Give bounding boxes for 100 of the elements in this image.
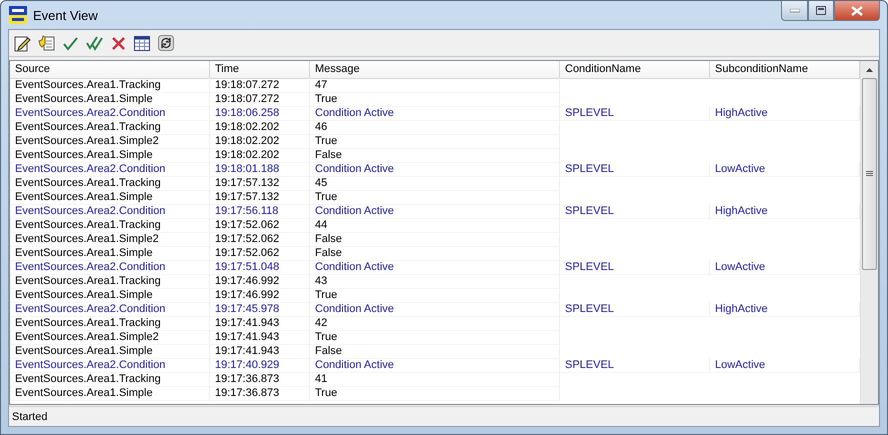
table-cell: EventSources.Area1.Tracking (10, 218, 210, 233)
table-cell: 19:18:07.272 (210, 92, 310, 107)
table-cell: 19:17:45.978 (210, 302, 310, 317)
scroll-thumb[interactable] (862, 78, 877, 270)
edit-icon (14, 34, 30, 52)
table-cell: 19:17:56.118 (210, 204, 310, 219)
table-cell: 19:17:51.048 (210, 260, 310, 275)
table-cell: HighActive (710, 204, 860, 219)
table-cell: EventSources.Area1.Simple (10, 344, 210, 359)
table-cell: 19:18:01.188 (210, 162, 310, 177)
table-cell: True (310, 190, 560, 205)
table-cell: 19:17:46.992 (210, 288, 310, 303)
table-cell: EventSources.Area2.Condition (10, 302, 210, 317)
table-cell: EventSources.Area1.Simple2 (10, 134, 210, 149)
table-cell: False (310, 148, 560, 163)
table-cell: EventSources.Area2.Condition (10, 358, 210, 373)
table-cell: Condition Active (310, 358, 560, 373)
table-cell: False (310, 232, 560, 247)
table-cell: 19:17:52.062 (210, 246, 310, 261)
table-cell: LowActive (710, 162, 860, 177)
table-cell: EventSources.Area2.Condition (10, 162, 210, 177)
table-cell: LowActive (710, 260, 860, 275)
table-cell: 46 (310, 120, 560, 135)
table-cell: Condition Active (310, 204, 560, 219)
maximize-button[interactable] (808, 1, 834, 21)
refresh-icon (158, 35, 174, 51)
table-cell: EventSources.Area1.Tracking (10, 316, 210, 331)
column-header[interactable]: SubconditionName (710, 61, 860, 79)
double-check-icon (86, 35, 102, 51)
table-cell: SPLEVEL (560, 162, 710, 177)
maximize-icon (816, 6, 826, 15)
table-cell: EventSources.Area2.Condition (10, 260, 210, 275)
refresh-button[interactable] (156, 33, 176, 53)
table-cell: SPLEVEL (560, 358, 710, 373)
table-cell: 19:18:02.202 (210, 120, 310, 135)
table-cell: 19:18:06.258 (210, 106, 310, 121)
app-logo-icon (9, 6, 27, 24)
column-header[interactable]: ConditionName (560, 61, 710, 79)
table-cell: EventSources.Area1.Simple2 (10, 232, 210, 247)
table-cell: True (310, 386, 560, 401)
table-cell: 19:17:40.929 (210, 358, 310, 373)
table-cell: SPLEVEL (560, 106, 710, 121)
table-cell: SPLEVEL (560, 302, 710, 317)
close-button[interactable] (834, 1, 880, 21)
table-cell: 19:17:57.132 (210, 176, 310, 191)
table-cell: Condition Active (310, 260, 560, 275)
table-button[interactable] (132, 33, 152, 53)
table-cell: True (310, 288, 560, 303)
table-cell: True (310, 134, 560, 149)
table-cell: EventSources.Area1.Tracking (10, 274, 210, 289)
grip-icon (866, 171, 873, 177)
table-cell: 19:17:52.062 (210, 232, 310, 247)
table-cell: EventSources.Area1.Simple2 (10, 330, 210, 345)
window-title: Event View (33, 8, 99, 22)
table-cell: EventSources.Area1.Simple (10, 190, 210, 205)
table-cell: 19:17:41.943 (210, 344, 310, 359)
table-cell: EventSources.Area1.Tracking (10, 372, 210, 387)
table-cell: EventSources.Area1.Simple (10, 92, 210, 107)
table-cell: False (310, 344, 560, 359)
vertical-scrollbar[interactable] (860, 61, 878, 404)
table-cell: 19:17:41.943 (210, 316, 310, 331)
table-cell: 19:17:57.132 (210, 190, 310, 205)
table-cell: 42 (310, 316, 560, 331)
table-cell: 19:18:07.272 (210, 78, 310, 93)
table-cell: Condition Active (310, 162, 560, 177)
table-cell: 19:17:36.873 (210, 372, 310, 387)
hand-document-button[interactable] (36, 33, 56, 53)
table-cell: 41 (310, 372, 560, 387)
table-cell: 47 (310, 78, 560, 93)
table-cell: True (310, 92, 560, 107)
table-cell: EventSources.Area1.Simple (10, 386, 210, 401)
table-cell: EventSources.Area2.Condition (10, 204, 210, 219)
table-cell: EventSources.Area1.Simple (10, 246, 210, 261)
table-icon (134, 36, 150, 50)
close-icon (851, 6, 863, 16)
table-cell: SPLEVEL (560, 260, 710, 275)
table-cell: False (310, 246, 560, 261)
table-cell: 19:17:36.873 (210, 386, 310, 401)
hand-document-icon (38, 34, 54, 52)
table-cell: EventSources.Area1.Simple (10, 288, 210, 303)
column-header[interactable]: Time (210, 61, 310, 79)
minimize-button[interactable] (781, 1, 808, 21)
table-cell: EventSources.Area1.Simple (10, 148, 210, 163)
check-icon (62, 36, 78, 50)
scroll-up-icon (866, 68, 873, 72)
table-cell: SPLEVEL (560, 204, 710, 219)
delete-icon (110, 36, 126, 50)
table-cell: HighActive (710, 302, 860, 317)
table-cell: 19:18:02.202 (210, 148, 310, 163)
table-cell: EventSources.Area2.Condition (10, 106, 210, 121)
table-cell: 19:17:41.943 (210, 330, 310, 345)
table-cell: Condition Active (310, 302, 560, 317)
column-header[interactable]: Message (310, 61, 560, 79)
table-cell: EventSources.Area1.Tracking (10, 120, 210, 135)
column-header[interactable]: Source (10, 61, 210, 79)
table-cell: 45 (310, 176, 560, 191)
table-cell: Condition Active (310, 106, 560, 121)
table-cell: 44 (310, 218, 560, 233)
minimize-icon (790, 8, 800, 12)
table-cell: True (310, 330, 560, 345)
